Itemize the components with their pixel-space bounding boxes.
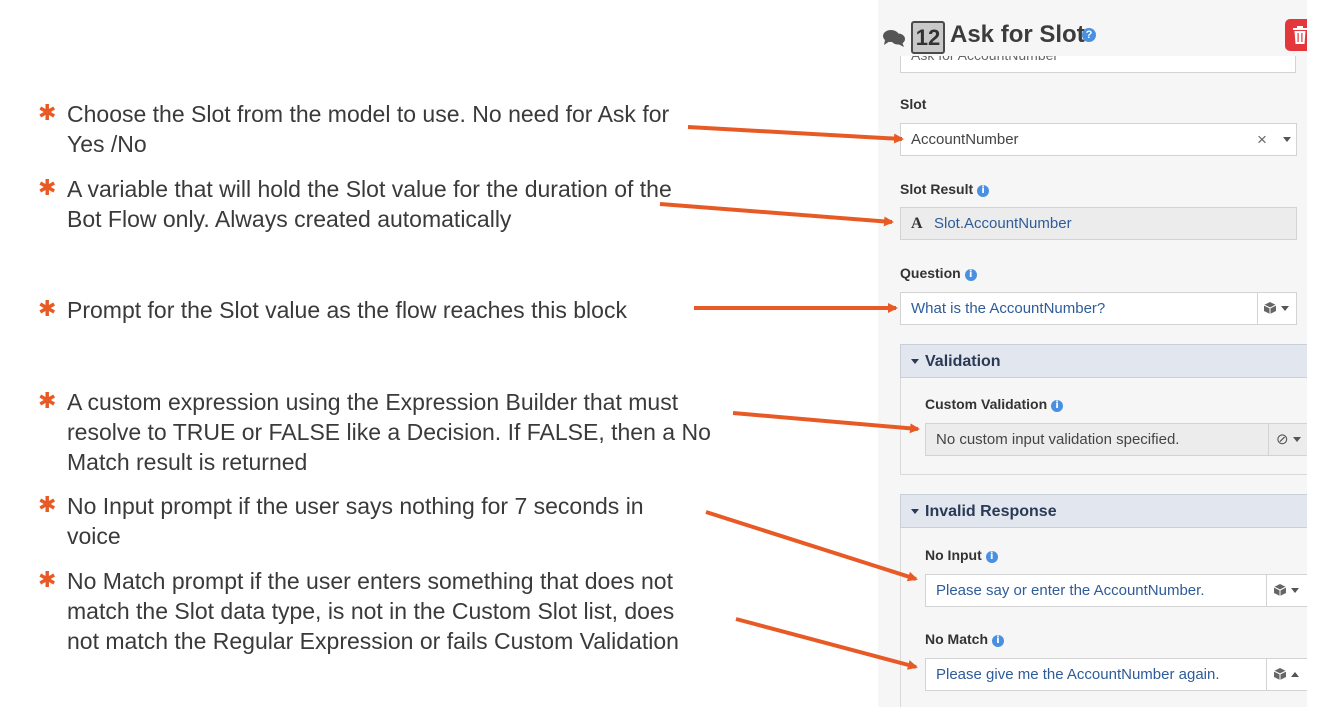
chat-bubbles-icon bbox=[883, 30, 905, 47]
trash-icon bbox=[1293, 26, 1307, 44]
arrow-slot-result bbox=[659, 202, 894, 227]
panel-title: Ask for Slot bbox=[950, 21, 1085, 48]
block-number-badge: 12 bbox=[911, 21, 945, 54]
question-circle-icon[interactable]: ? bbox=[1082, 28, 1096, 42]
delete-button[interactable] bbox=[1285, 19, 1307, 51]
arrow-no-input bbox=[705, 510, 918, 582]
arrow-no-match bbox=[735, 617, 918, 670]
annotation-arrows bbox=[659, 125, 920, 670]
arrow-slot bbox=[687, 125, 904, 144]
panel-titlebar: 12 Ask for Slot ? bbox=[878, 14, 1307, 56]
arrow-custom-validation bbox=[732, 411, 920, 434]
